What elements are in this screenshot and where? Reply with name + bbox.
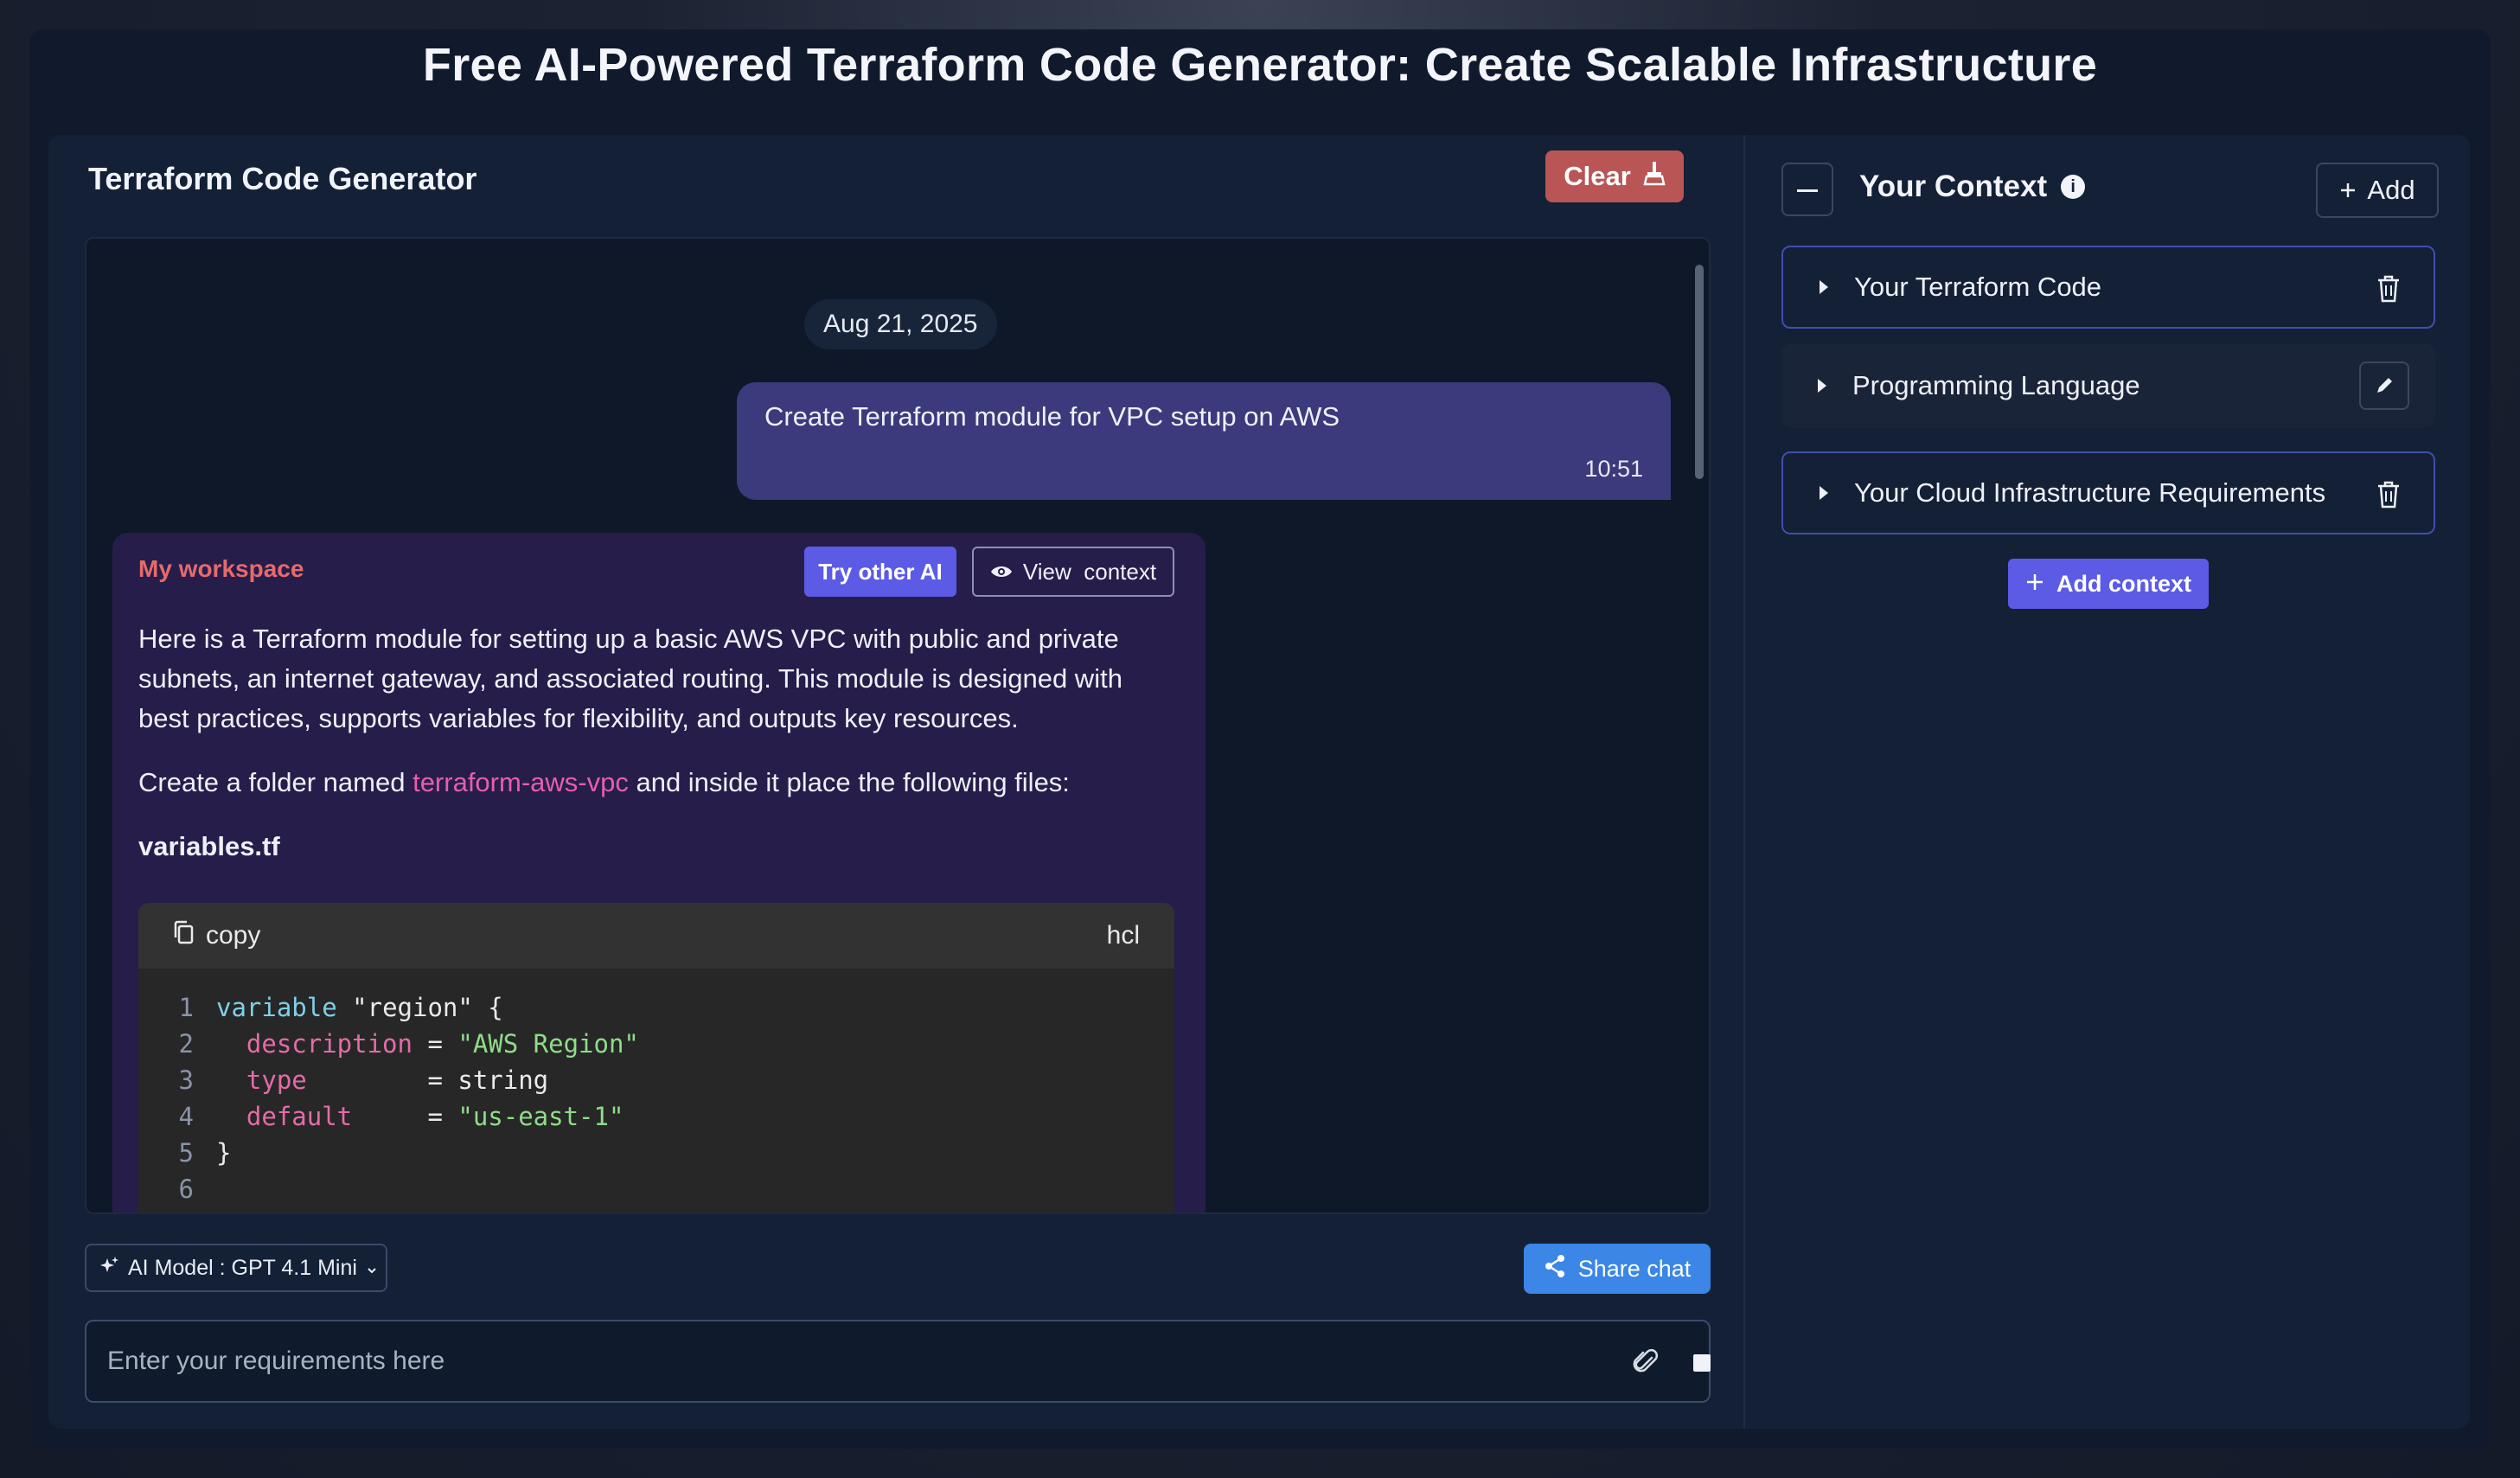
context-item-programming-language[interactable]: Programming Language: [1781, 344, 2435, 427]
plus-icon: [2025, 571, 2044, 598]
share-icon: [1544, 1254, 1566, 1284]
paperclip-icon[interactable]: [1633, 1347, 1659, 1381]
ai-text: Create a folder named: [138, 767, 413, 797]
view-context-button[interactable]: View context: [972, 547, 1174, 597]
line-number: 5: [178, 1138, 194, 1168]
requirements-input[interactable]: [107, 1321, 1577, 1401]
info-icon[interactable]: i: [2061, 175, 2086, 199]
chat-history[interactable]: Aug 21, 2025 Create Terraform module for…: [85, 237, 1711, 1214]
code-token: variable: [216, 993, 337, 1022]
collapse-button[interactable]: [1781, 163, 1833, 216]
ai-model-label: AI Model : GPT 4.1 Mini: [128, 1255, 357, 1280]
context-item-label: Your Cloud Infrastructure Requirements: [1854, 477, 2326, 508]
app-container: Terraform Code Generator Clear Aug 21, 2…: [48, 135, 2470, 1429]
generator-title: Terraform Code Generator: [88, 161, 477, 196]
share-chat-button[interactable]: Share chat: [1524, 1244, 1711, 1294]
code-language: hcl: [1106, 921, 1140, 950]
copy-button[interactable]: copy: [173, 920, 260, 951]
line-number: 2: [178, 1029, 194, 1059]
user-message: Create Terraform module for VPC setup on…: [737, 382, 1671, 500]
requirements-input-box: [85, 1320, 1711, 1403]
chat-scrollbar[interactable]: [1695, 265, 1704, 479]
workspace-label: My workspace: [138, 555, 304, 582]
caret-right-icon: [1820, 486, 1828, 500]
context-title: Your Context i: [1859, 170, 2086, 204]
try-other-ai-button[interactable]: Try other AI: [804, 547, 956, 597]
ai-model-selector[interactable]: AI Model : GPT 4.1 Mini: [85, 1244, 387, 1292]
line-number: 3: [178, 1065, 194, 1095]
code-token: description: [216, 1029, 413, 1059]
add-button[interactable]: Add: [2316, 163, 2439, 218]
line-number: 1: [178, 993, 194, 1022]
stop-icon[interactable]: [1693, 1354, 1711, 1372]
code-token: "us-east-1": [457, 1102, 624, 1131]
code-token: =: [352, 1102, 458, 1131]
code-token: default: [216, 1102, 353, 1131]
context-title-label: Your Context: [1859, 170, 2048, 203]
code-token: "region" {: [336, 993, 503, 1022]
line-number: 6: [178, 1174, 194, 1204]
copy-icon: [173, 920, 194, 951]
code-token: type: [216, 1065, 307, 1095]
add-context-label: Add context: [2056, 570, 2191, 597]
code-token: "AWS Region": [457, 1029, 639, 1059]
page-title: Free AI-Powered Terraform Code Generator…: [422, 39, 2098, 91]
pencil-icon[interactable]: [2359, 362, 2409, 410]
line-number: 4: [178, 1102, 194, 1131]
filename-heading: variables.tf: [138, 831, 280, 861]
code-block: copy hcl 1 variable "region" { 2 descripti…: [138, 903, 1174, 1212]
clear-button[interactable]: Clear: [1545, 150, 1684, 202]
plus-icon: [2339, 175, 2357, 206]
context-item-label: Programming Language: [1852, 370, 2140, 400]
caret-right-icon: [1818, 379, 1826, 393]
chevron-down-icon: [366, 1256, 378, 1281]
trash-icon[interactable]: [2368, 474, 2409, 515]
clear-button-label: Clear: [1564, 161, 1631, 191]
ai-paragraph: Create a folder named terraform-aws-vpc …: [138, 763, 1176, 803]
code-line: 5}: [138, 1135, 1174, 1171]
date-separator: Aug 21, 2025: [804, 299, 997, 349]
ai-message: My workspace Try other AI View context H…: [112, 533, 1206, 1212]
ai-text: and inside it place the following files:: [628, 767, 1070, 797]
code-token: =: [412, 1029, 458, 1059]
code-line: 6: [138, 1171, 1174, 1207]
code-block-header: copy hcl: [138, 903, 1174, 969]
code-body: 1 variable "region" { 2 description = "AWS…: [138, 969, 1174, 1207]
context-item-cloud-requirements[interactable]: Your Cloud Infrastructure Requirements: [1781, 451, 2435, 534]
context-item-terraform-code[interactable]: Your Terraform Code: [1781, 246, 2435, 329]
code-token: = string: [306, 1065, 549, 1095]
share-chat-label: Share chat: [1577, 1255, 1692, 1282]
caret-right-icon: [1820, 280, 1828, 294]
code-line: 2 description = "AWS Region": [138, 1026, 1174, 1062]
code-line: 3 type = string: [138, 1062, 1174, 1098]
code-line: 1 variable "region" {: [138, 989, 1174, 1026]
panel-divider: [1743, 135, 1745, 1429]
view-context-label: View context: [1022, 558, 1157, 585]
code-token: }: [216, 1138, 232, 1168]
broom-icon: [1643, 160, 1666, 193]
code-line: 4 default = "us-east-1": [138, 1098, 1174, 1135]
context-item-label: Your Terraform Code: [1854, 272, 2102, 302]
add-context-button[interactable]: Add context: [2008, 559, 2209, 609]
minus-icon: [1797, 182, 1818, 197]
user-message-text: Create Terraform module for VPC setup on…: [764, 401, 1340, 432]
user-message-time: 10:51: [1584, 456, 1643, 482]
sparkle-icon: [100, 1256, 119, 1281]
ai-paragraph: Here is a Terraform module for setting u…: [138, 624, 1122, 733]
inline-code: terraform-aws-vpc: [413, 767, 629, 797]
copy-label: copy: [206, 921, 261, 950]
trash-icon[interactable]: [2368, 268, 2409, 310]
eye-icon: [990, 559, 1013, 585]
add-button-label: Add: [2367, 175, 2415, 205]
